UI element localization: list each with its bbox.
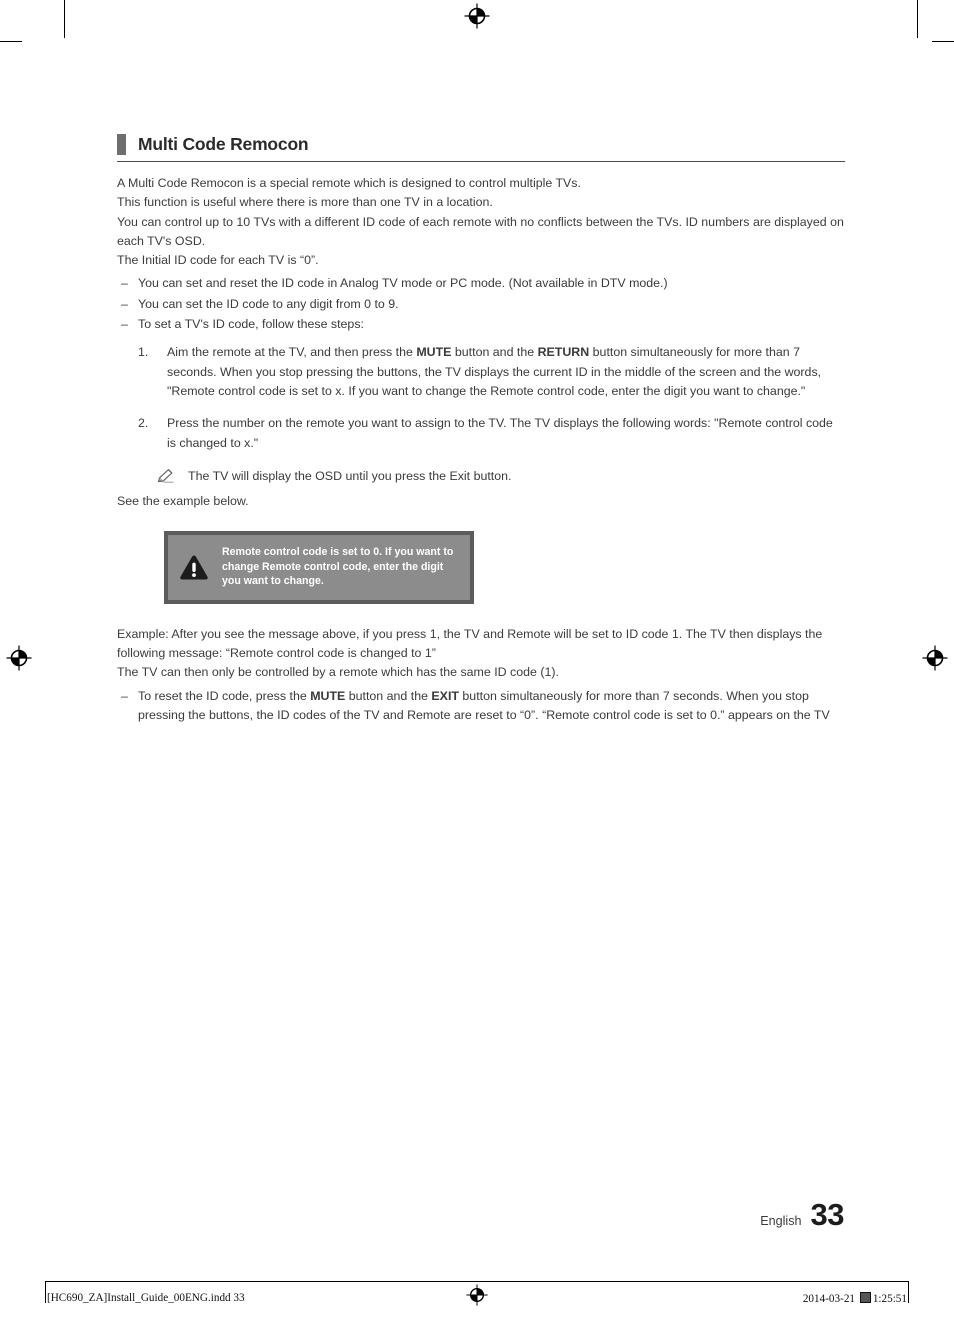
- dash-marker: –: [121, 688, 128, 703]
- crop-mark-top-right-vertical: [917, 0, 918, 38]
- step-number: 1.: [138, 345, 149, 360]
- list-item: – To reset the ID code, press the MUTE b…: [117, 687, 845, 726]
- step-text-part-2: button and the: [451, 345, 538, 360]
- reset-keyword-exit: EXIT: [431, 688, 459, 703]
- slug-time-value: 1:25:51: [872, 1293, 907, 1305]
- slug-filename: [HC690_ZA]Install_Guide_00ENG.indd 33: [47, 1292, 245, 1304]
- list-item: – You can set and reset the ID code in A…: [117, 274, 845, 293]
- osd-message-text: Remote control code is set to 0. If you …: [222, 546, 454, 588]
- list-item: 2. Press the number on the remote you wa…: [138, 414, 845, 453]
- registration-mark-bottom: [466, 1284, 488, 1306]
- registration-mark-left: [6, 645, 32, 671]
- reset-text-part-2: button and the: [345, 688, 432, 703]
- pencil-note-icon: [156, 468, 176, 484]
- step-text-part-1: Aim the remote at the TV, and then press…: [167, 345, 417, 360]
- osd-message-wrapper: Remote control code is set to 0. If you …: [164, 531, 845, 604]
- slug-tick-right: [908, 1281, 909, 1303]
- list-item: 1. Aim the remote at the TV, and then pr…: [138, 343, 845, 401]
- step-number: 2.: [138, 416, 149, 431]
- example-paragraph-2: The TV can then only be controlled by a …: [117, 665, 559, 680]
- page-number: 33: [810, 1197, 845, 1232]
- numbered-step-list: 1. Aim the remote at the TV, and then pr…: [117, 343, 845, 452]
- dash-marker: –: [121, 296, 128, 311]
- heading-accent-bar: [117, 134, 126, 155]
- slug-tick-left: [45, 1281, 46, 1303]
- see-example-text: See the example below.: [117, 494, 249, 509]
- slug-date-value: 2014-03-21: [802, 1293, 856, 1305]
- registration-mark-right: [922, 645, 948, 671]
- intro-paragraph-4: The Initial ID code for each TV is “0”.: [117, 253, 319, 268]
- list-item-label: You can set the ID code to any digit fro…: [138, 296, 399, 311]
- step-keyword-return: RETURN: [537, 345, 590, 360]
- dash-bullet-list: – You can set and reset the ID code in A…: [117, 274, 845, 334]
- page-title: Multi Code Remocon: [138, 133, 309, 154]
- example-paragraph-1: Example: After you see the message above…: [117, 626, 823, 660]
- warning-triangle-icon: [179, 554, 209, 581]
- page-footer: English 33: [760, 1197, 844, 1233]
- reset-instruction-list: – To reset the ID code, press the MUTE b…: [117, 687, 845, 726]
- reset-text-part-1: To reset the ID code, press the: [138, 688, 311, 703]
- crop-mark-top-left-vertical: [64, 0, 65, 38]
- crop-mark-top-left-horizontal: [0, 41, 22, 42]
- reset-keyword-mute: MUTE: [310, 688, 346, 703]
- manual-page: Multi Code Remocon A Multi Code Remocon …: [0, 0, 954, 1321]
- intro-paragraph-1: A Multi Code Remocon is a special remote…: [117, 176, 581, 190]
- footer-language-label: English: [760, 1214, 802, 1228]
- list-item-label: You can set and reset the ID code in Ana…: [138, 276, 668, 291]
- step-keyword-mute: MUTE: [416, 345, 452, 360]
- content-column: Multi Code Remocon A Multi Code Remocon …: [117, 134, 845, 725]
- dash-marker: –: [121, 317, 128, 332]
- list-item: – To set a TV's ID code, follow these st…: [117, 315, 845, 334]
- section-heading: Multi Code Remocon: [117, 134, 845, 162]
- print-slug-bar: [HC690_ZA]Install_Guide_00ENG.indd 33 20…: [0, 1281, 954, 1321]
- step-text: Press the number on the remote you want …: [167, 416, 833, 450]
- note-text: The TV will display the OSD until you pr…: [188, 468, 512, 483]
- missing-glyph-box: [859, 1292, 871, 1303]
- dash-marker: –: [121, 276, 128, 291]
- intro-paragraph-2: This function is useful where there is m…: [117, 195, 493, 210]
- crop-mark-top-right-horizontal: [932, 41, 954, 42]
- intro-paragraph-3: You can control up to 10 TVs with a diff…: [117, 214, 844, 248]
- slug-rule: [45, 1281, 909, 1282]
- note-row: The TV will display the OSD until you pr…: [138, 467, 845, 486]
- osd-message-box: Remote control code is set to 0. If you …: [164, 531, 474, 604]
- slug-timestamp: 2014-03-21 1:25:51: [803, 1292, 907, 1305]
- registration-mark-top: [464, 3, 490, 29]
- list-item: – You can set the ID code to any digit f…: [117, 295, 845, 314]
- list-item-label: To set a TV's ID code, follow these step…: [138, 317, 364, 332]
